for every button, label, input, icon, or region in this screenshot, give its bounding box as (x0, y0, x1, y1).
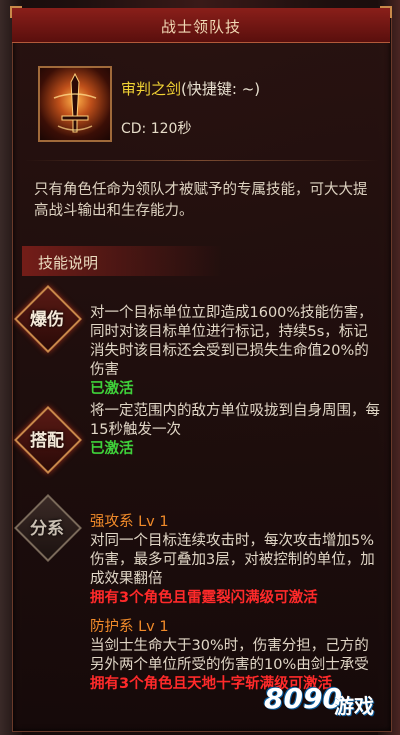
entry-text: 将一定范围内的敌方单位吸拢到自身周围，每15秒触发一次 (90, 403, 380, 438)
branch-assault: 强攻系 Lv 1 对同一个目标连续攻击时，每次攻击增加5%伤害，最多可叠加3层，… (90, 513, 380, 608)
skill-description: 只有角色任命为领队才被赋予的专属技能，可大大提高战斗输出和生存能力。 (34, 182, 368, 219)
branch-text: 对同一个目标连续攻击时，每次攻击增加5%伤害，最多可叠加3层，对被控制的单位，加… (90, 533, 375, 587)
sword-skill-icon (38, 66, 112, 142)
window-title: 战士领队技 (160, 18, 241, 36)
entry-combo: 将一定范围内的敌方单位吸拢到自身周围，每15秒触发一次 已激活 (90, 402, 380, 459)
branch-badge: 分系 (14, 494, 82, 562)
watermark-number: 8090 (264, 682, 342, 715)
entry-burst: 对一个目标单位立即造成1600%技能伤害，同时对该目标单位进行标记，持续5s，标… (90, 304, 380, 399)
corner-ornament-top-right (380, 6, 392, 18)
branch-requirement: 拥有3个角色且雷霆裂闪满级可激活 (90, 590, 318, 606)
site-watermark-logo: 8090 游戏 (264, 682, 394, 726)
skill-shortcut: (快捷键: ~) (181, 80, 261, 98)
entry-status: 已激活 (90, 441, 134, 457)
skill-tooltip: 战士领队技 审判之剑(快捷键: ~) CD: 120秒 只有角色任命为领队才被赋… (0, 0, 400, 735)
entry-status: 已激活 (90, 381, 134, 397)
section-title: 技能说明 (38, 254, 99, 272)
skill-cooldown: CD: 120秒 (121, 121, 192, 137)
corner-ornament-top-left (10, 6, 22, 18)
badge-label: 爆伤 (30, 310, 64, 330)
title-bar: 战士领队技 (12, 8, 390, 43)
branch-title: 防护系 Lv 1 (90, 619, 169, 635)
watermark-text: 游戏 (334, 694, 374, 718)
skill-name: 审判之剑 (121, 80, 182, 98)
skill-name-line: 审判之剑(快捷键: ~) (121, 78, 260, 99)
badge-label: 搭配 (30, 431, 64, 451)
badge-label: 分系 (30, 519, 64, 539)
branch-title: 强攻系 Lv 1 (90, 514, 169, 530)
divider (24, 160, 379, 161)
entry-text: 对一个目标单位立即造成1600%技能伤害，同时对该目标单位进行标记，持续5s，标… (90, 305, 373, 378)
burst-badge: 爆伤 (14, 285, 82, 353)
branch-text: 当剑士生命大于30%时，伤害分担，己方的另外两个单位所受的伤害的10%由剑士承受 (90, 638, 369, 673)
combo-badge: 搭配 (14, 406, 82, 474)
